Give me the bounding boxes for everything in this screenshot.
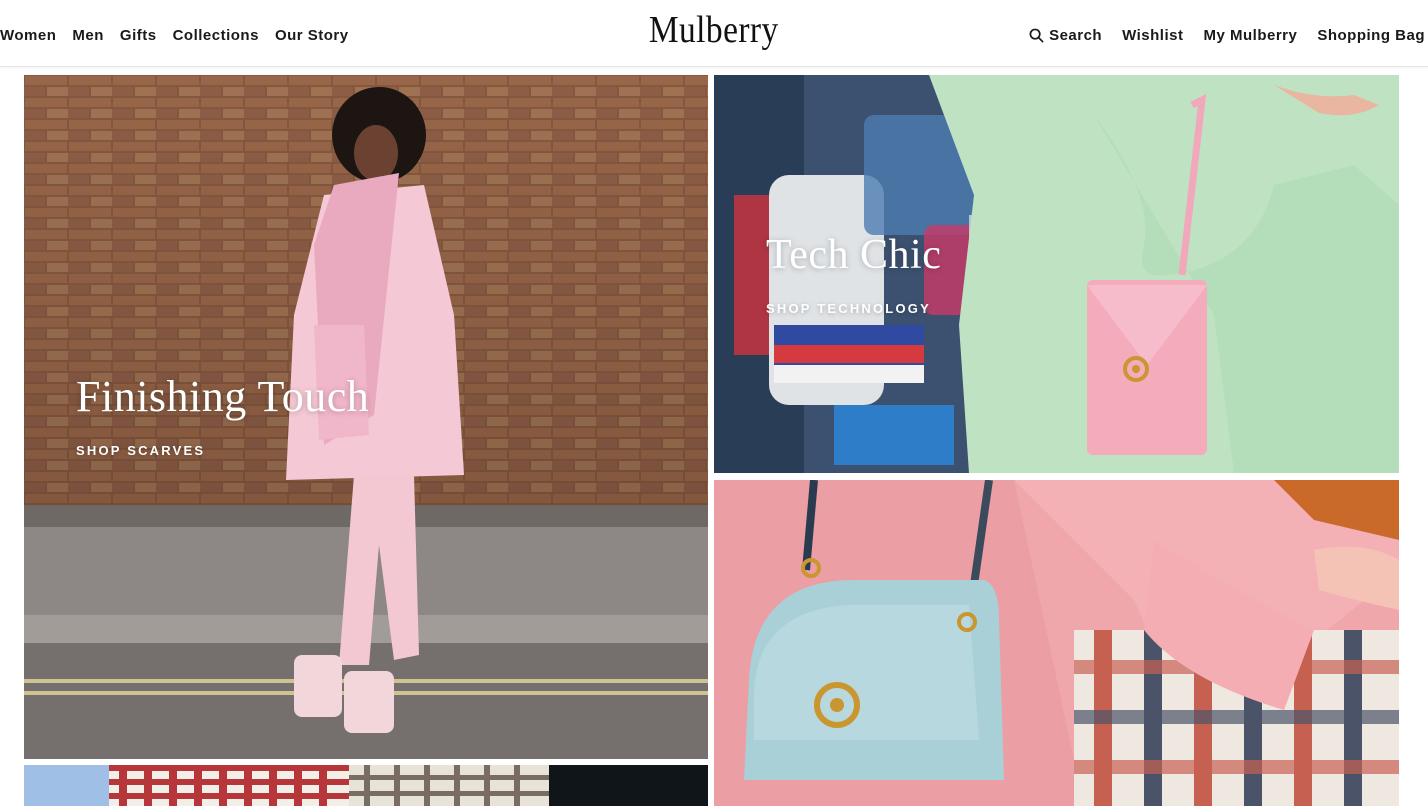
tile-technology-title: Tech Chic — [766, 232, 942, 278]
account-link[interactable]: My Mulberry — [1203, 27, 1297, 44]
tile-technology[interactable]: Tech Chic SHOP TECHNOLOGY — [714, 75, 1399, 473]
shop-technology-link[interactable]: SHOP TECHNOLOGY — [766, 301, 931, 316]
wishlist-link[interactable]: Wishlist — [1122, 27, 1183, 44]
shop-scarves-link[interactable]: SHOP SCARVES — [76, 443, 205, 458]
search-icon — [1029, 28, 1044, 43]
shopping-bag-link[interactable]: Shopping Bag — [1317, 27, 1425, 44]
search-label: Search — [1049, 27, 1103, 44]
satchel-campaign-image — [714, 480, 1399, 806]
tile-scarves-title: Finishing Touch — [76, 372, 370, 421]
tile-bottom-row[interactable] — [24, 765, 708, 806]
search-button[interactable]: Search — [1029, 27, 1102, 44]
utility-nav: Search Wishlist My Mulberry Shopping Bag — [1009, 27, 1425, 44]
brand-name: Mulberry — [649, 9, 779, 51]
bottom-row-campaign-image — [24, 765, 708, 806]
tile-satchel-bag[interactable] — [714, 480, 1399, 806]
site-header: Women Men Gifts Collections Our Story Mu… — [0, 0, 1428, 67]
tile-scarves[interactable]: Finishing Touch SHOP SCARVES — [24, 75, 708, 759]
